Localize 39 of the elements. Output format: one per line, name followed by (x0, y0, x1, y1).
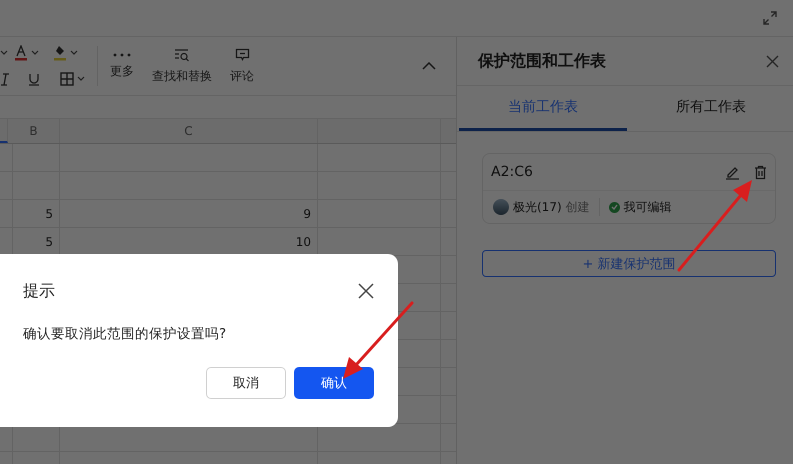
italic-icon[interactable] (0, 72, 10, 86)
table-cell: 9 (60, 200, 318, 227)
chevron-down-icon[interactable] (0, 50, 8, 56)
chevron-down-icon[interactable] (70, 50, 78, 56)
collapse-icon[interactable] (422, 62, 436, 70)
column-header[interactable]: C (60, 119, 318, 143)
tab[interactable]: 所有工作表 (627, 86, 793, 131)
cancel-button[interactable]: 取消 (206, 367, 286, 399)
chevron-down-icon[interactable] (31, 50, 39, 56)
created-label: 创建 (566, 198, 590, 216)
check-icon (608, 202, 620, 212)
add-range-button[interactable]: + 新建保护范围 (482, 250, 776, 277)
tab[interactable]: 当前工作表 (459, 86, 627, 131)
chevron-down-icon[interactable] (77, 76, 85, 82)
comment-icon (234, 48, 250, 62)
pencil-icon[interactable] (725, 164, 740, 180)
dialog-message: 确认要取消此范围的保护设置吗? (23, 325, 228, 343)
table-cell: 5 (8, 200, 60, 227)
close-icon[interactable] (358, 283, 374, 299)
range-label: A2:C6 (491, 164, 534, 180)
expand-icon[interactable] (763, 11, 777, 25)
more-icon (113, 52, 131, 56)
creator-name: 极光(17) (513, 198, 562, 216)
column-header[interactable] (0, 119, 8, 143)
avatar-icon (493, 199, 509, 215)
toolbar-button[interactable]: 更多 (110, 52, 134, 80)
dialog-title: 提示 (23, 280, 55, 302)
column-header[interactable]: B (8, 119, 60, 143)
borders-icon[interactable] (60, 72, 74, 86)
trash-icon[interactable] (754, 164, 767, 180)
confirm-button[interactable]: 确认 (294, 367, 374, 399)
toolbar-button[interactable]: 查找和替换 (152, 48, 212, 84)
underline-icon[interactable] (28, 72, 40, 86)
permission-label: 我可编辑 (624, 198, 672, 216)
panel-title: 保护范围和工作表 (478, 50, 606, 72)
font-color-icon[interactable] (14, 45, 28, 61)
toolbar-button[interactable]: 评论 (230, 48, 254, 84)
search-icon (174, 48, 190, 62)
fill-color-icon[interactable] (53, 45, 67, 61)
